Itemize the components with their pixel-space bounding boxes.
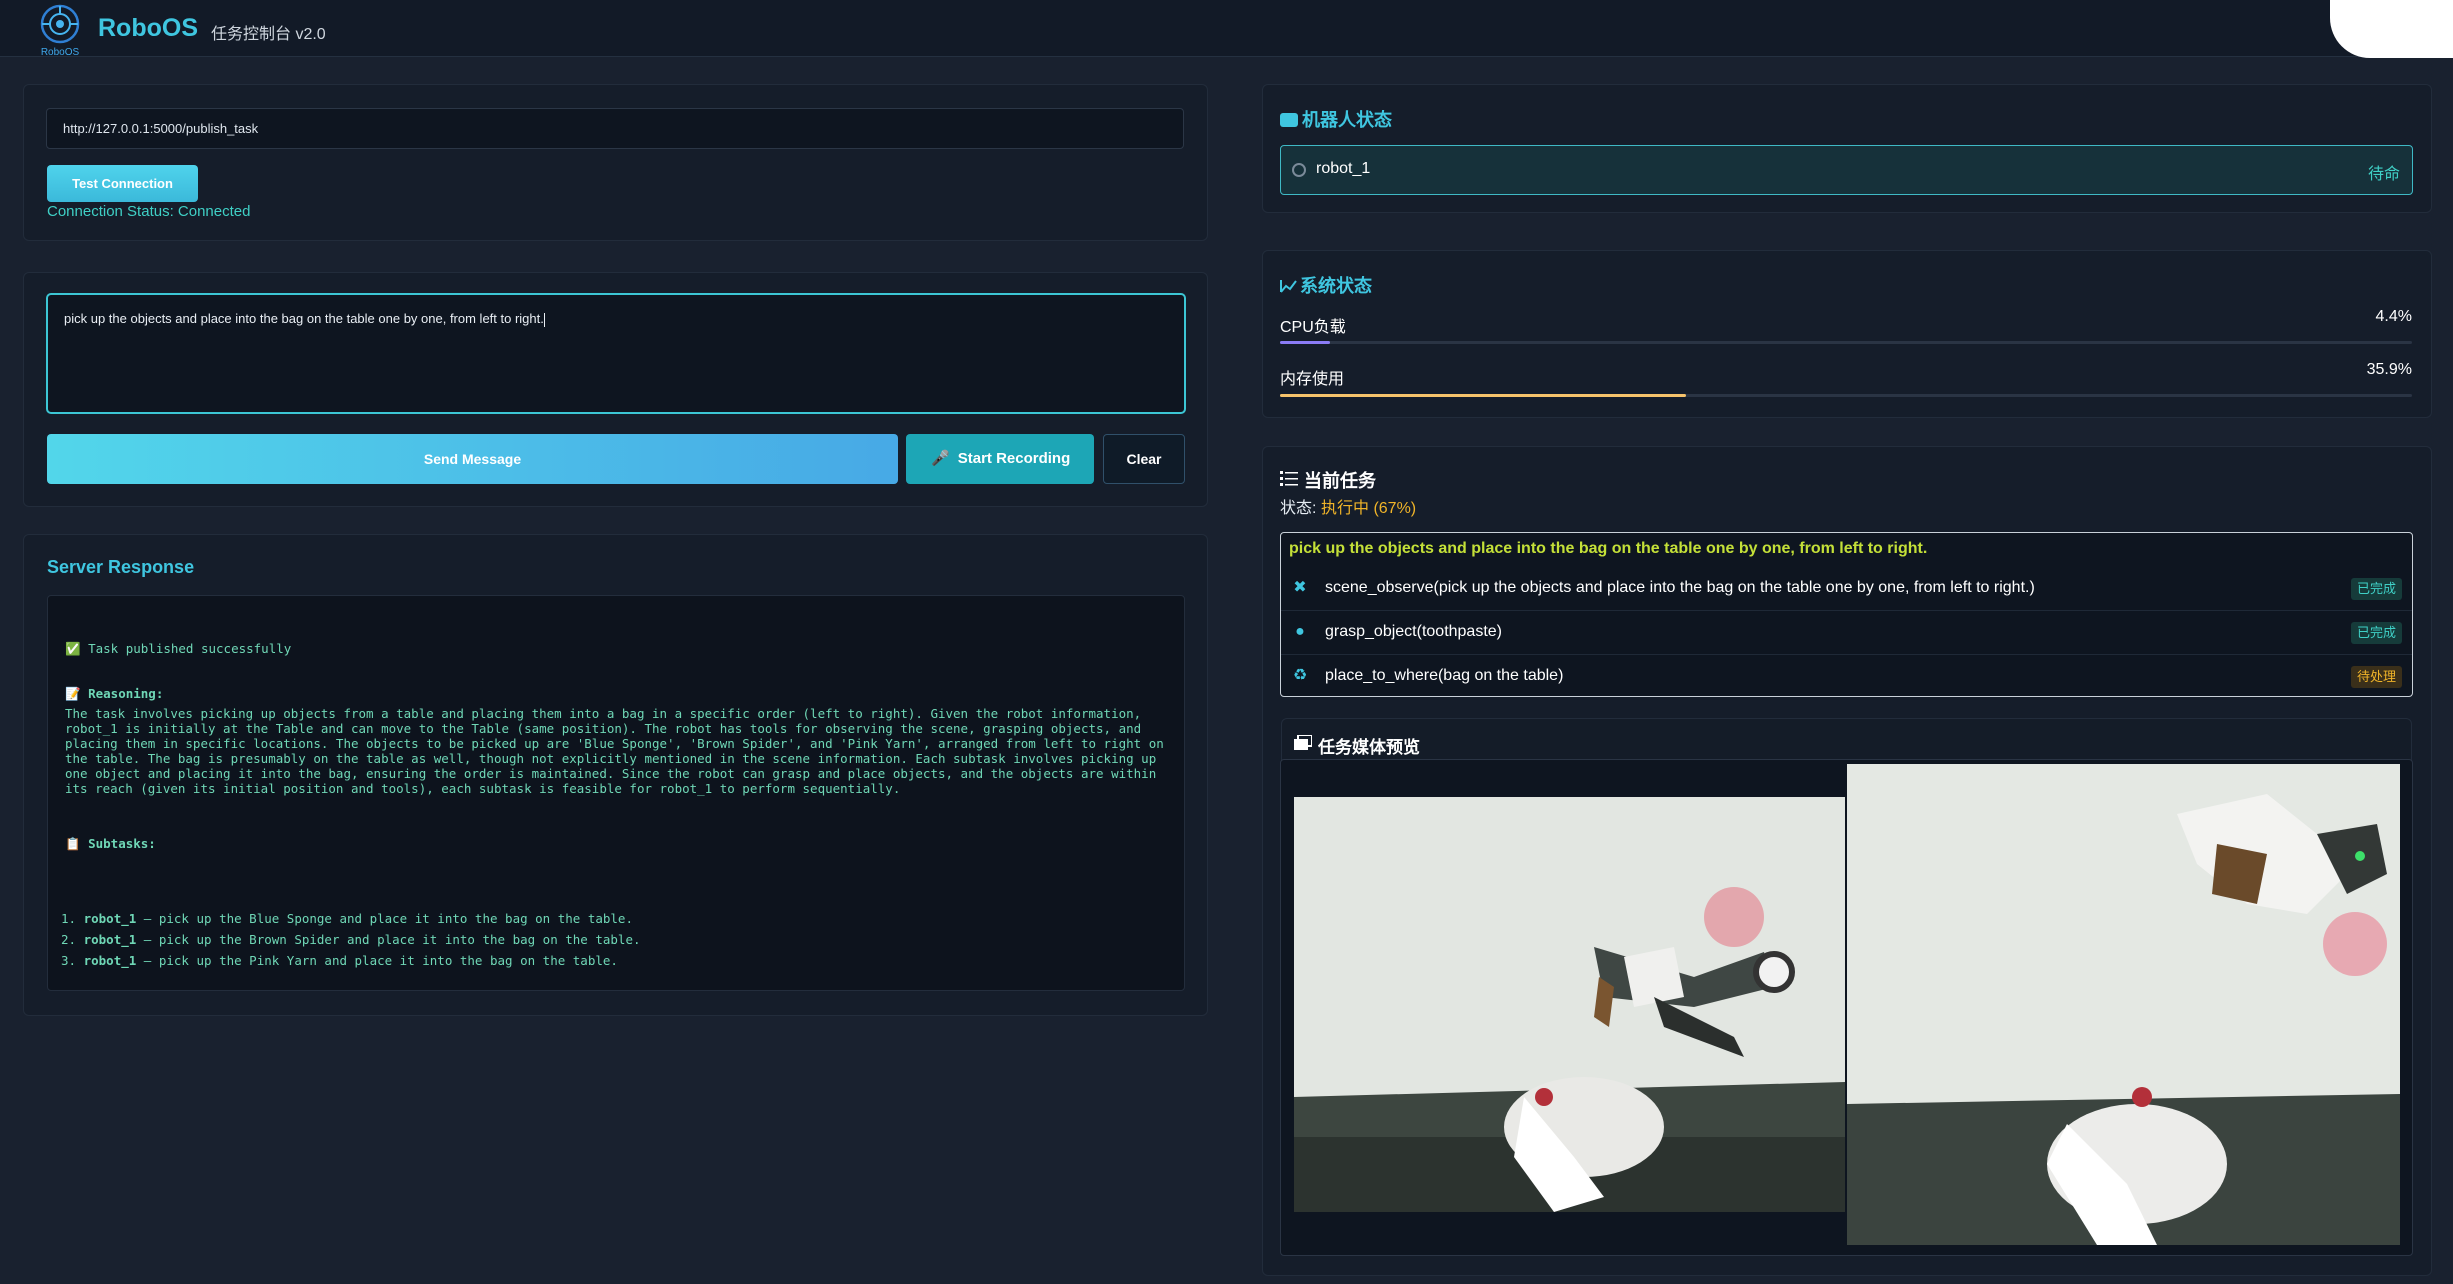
task-step-text: place_to_where(bag on the table) [1325, 667, 1564, 684]
system-status-panel [1262, 250, 2432, 418]
server-response-output: ✅ Task published successfully 📝 Reasonin… [47, 595, 1185, 991]
system-status-title: 系统状态 [1280, 272, 1372, 298]
robot-row[interactable]: robot_1 待命 [1280, 145, 2413, 195]
step-status-badge: 待处理 [2350, 666, 2402, 688]
send-message-button[interactable]: Send Message [47, 434, 898, 484]
task-step-text: scene_observe(pick up the objects and pl… [1325, 579, 2035, 596]
recycle-icon: ♻ [1292, 667, 1308, 684]
camera-frame-right[interactable] [1847, 764, 2400, 1245]
task-step-item[interactable]: ✖ scene_observe(pick up the objects and … [1281, 567, 2412, 611]
roboos-logo-icon: RoboOS [40, 4, 80, 57]
subtask-item: 3. robot_1 – pick up the Pink Yarn and p… [61, 953, 618, 968]
corner-overlay [2330, 0, 2453, 58]
step-status-badge: 已完成 [2350, 578, 2402, 600]
subtasks-label: 📋 Subtasks: [65, 836, 156, 851]
task-list-icon [1280, 471, 1298, 486]
task-status-label: 状态: [1280, 500, 1317, 517]
media-preview-title: 任务媒体预览 [1318, 738, 1420, 757]
cpu-progress-fill [1280, 341, 1330, 344]
subtask-item: 2. robot_1 – pick up the Brown Spider an… [61, 932, 641, 947]
task-step-item[interactable]: ● grasp_object(toothpaste) 已完成 [1281, 611, 2412, 655]
memory-label: 内存使用 [1280, 371, 1345, 388]
microphone-icon: 🎤 [931, 450, 951, 467]
robot-icon [1280, 113, 1298, 127]
hand-icon: ● [1295, 623, 1305, 640]
message-text: pick up the objects and place into the b… [64, 311, 544, 326]
reasoning-label: 📝 Reasoning: [65, 686, 164, 701]
clear-button[interactable]: Clear [1103, 434, 1185, 484]
connection-status: Connection Status: Connected [47, 203, 251, 220]
app-header: RoboOS RoboOS 任务控制台 v2.0 [0, 0, 2453, 58]
cpu-progress-bar [1280, 341, 2412, 344]
record-label: Start Recording [957, 450, 1071, 467]
server-response-title: Server Response [47, 557, 195, 577]
images-icon [1294, 735, 1312, 750]
memory-progress-bar [1280, 394, 2412, 397]
console-subtitle: 任务控制台 v2.0 [211, 26, 326, 43]
task-status-value: 执行中 (67%) [1321, 500, 1417, 517]
cpu-value: 4.4% [2375, 308, 2412, 325]
subtask-item: 1. robot_1 – pick up the Blue Sponge and… [61, 911, 633, 926]
robot-status-title: 机器人状态 [1280, 106, 1392, 132]
text-caret [543, 312, 545, 327]
task-steps-box: pick up the objects and place into the b… [1280, 532, 2413, 697]
step-status-badge: 已完成 [2350, 622, 2402, 644]
memory-value: 35.9% [2366, 361, 2412, 378]
task-headline: pick up the objects and place into the b… [1289, 540, 1928, 557]
success-message: ✅ Task published successfully [65, 641, 292, 656]
task-step-item[interactable]: ♻ place_to_where(bag on the table) 待处理 [1281, 655, 2412, 699]
tools-icon: ✖ [1293, 579, 1307, 596]
camera-frame-left[interactable] [1294, 797, 1845, 1212]
robot-name: robot_1 [1316, 160, 1371, 177]
media-frame [1280, 759, 2413, 1256]
cpu-label: CPU负载 [1280, 319, 1346, 336]
memory-progress-fill [1280, 394, 1687, 397]
svg-text:RoboOS: RoboOS [41, 47, 80, 57]
brand-title: RoboOS [98, 14, 198, 42]
test-connection-button[interactable]: Test Connection [47, 165, 198, 202]
server-url-input[interactable]: http://127.0.0.1:5000/publish_task [46, 108, 1184, 149]
robot-state: 待命 [2367, 166, 2400, 183]
task-message-textarea[interactable]: pick up the objects and place into the b… [46, 293, 1186, 414]
current-task-title: 当前任务 [1304, 471, 1376, 491]
task-step-text: grasp_object(toothpaste) [1325, 623, 1502, 640]
robot-status-dot-icon [1292, 163, 1306, 177]
reasoning-text: The task involves picking up objects fro… [65, 706, 1164, 796]
start-recording-button[interactable]: 🎤 Start Recording [906, 434, 1094, 484]
chart-line-icon [1280, 280, 1297, 293]
